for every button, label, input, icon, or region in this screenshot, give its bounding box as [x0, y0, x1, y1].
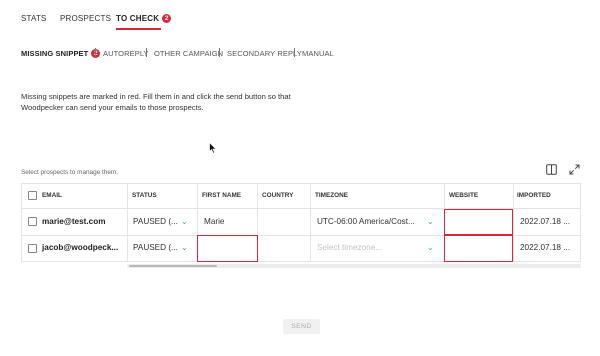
first-name-input-missing[interactable] [197, 235, 258, 262]
imported-cell: 2022.07.18 ... [520, 217, 571, 226]
tab-stats[interactable]: STATS [21, 14, 47, 23]
row-checkbox[interactable] [28, 217, 37, 226]
column-header-imported[interactable]: IMPORTED [517, 192, 551, 199]
tab-to-check[interactable]: TO CHECK 2 [116, 14, 172, 23]
row-checkbox[interactable] [28, 244, 37, 253]
column-header-timezone[interactable]: TIMEZONE [315, 192, 348, 199]
select-prospects-hint: Select prospects to manage them. [21, 169, 118, 176]
column-header-status[interactable]: STATUS [132, 192, 157, 199]
status-select[interactable]: PAUSED (... [133, 217, 178, 226]
imported-cell: 2022.07.18 ... [520, 243, 571, 252]
tab-prospects[interactable]: PROSPECTS [60, 14, 111, 23]
cursor-icon [209, 141, 217, 159]
column-header-first-name[interactable]: FIRST NAME [202, 192, 241, 199]
chevron-down-icon[interactable]: ⌄ [427, 217, 434, 226]
active-tab-indicator [116, 28, 161, 30]
chevron-down-icon[interactable]: ⌄ [181, 217, 188, 226]
subtab-secondary-reply[interactable]: SECONDARY REPLY [227, 49, 302, 58]
subtab-other-campaign[interactable]: OTHER CAMPAIGN [154, 49, 223, 58]
subtab-separator [95, 48, 96, 57]
subtab-missing-snippet-label: MISSING SNIPPET [21, 49, 89, 58]
timezone-select[interactable]: UTC-06:00 America/Cost... [317, 217, 415, 226]
chevron-down-icon[interactable]: ⌄ [181, 243, 188, 252]
subtab-manual[interactable]: MANUAL [302, 49, 334, 58]
select-all-checkbox[interactable] [28, 191, 37, 200]
first-name-input[interactable]: Marie [204, 217, 224, 226]
expand-icon[interactable] [569, 162, 580, 180]
status-select[interactable]: PAUSED (... [133, 243, 178, 252]
subtab-separator [294, 48, 295, 57]
column-divider [513, 183, 514, 262]
website-input-missing[interactable] [444, 235, 513, 262]
tab-to-check-label: TO CHECK [116, 14, 160, 23]
send-button[interactable]: SEND [283, 319, 320, 334]
subtab-separator [219, 48, 220, 57]
subtab-missing-snippet[interactable]: MISSING SNIPPET2 [21, 49, 101, 58]
column-header-website[interactable]: WEBSITE [449, 192, 478, 199]
columns-icon[interactable] [546, 162, 557, 180]
column-divider [310, 183, 311, 262]
chevron-down-icon[interactable]: ⌄ [427, 243, 434, 252]
website-input-missing[interactable] [444, 209, 513, 235]
timezone-select[interactable]: Select timezone... [317, 243, 382, 252]
column-header-country[interactable]: COUNTRY [262, 192, 293, 199]
email-cell: jacob@woodpeck... [42, 243, 119, 252]
tab-to-check-badge: 2 [162, 14, 172, 23]
subtab-separator [146, 48, 147, 57]
horizontal-scrollbar-thumb[interactable] [129, 265, 217, 267]
email-cell: marie@test.com [42, 217, 106, 226]
column-header-email[interactable]: EMAIL [42, 192, 62, 199]
subtab-autoreply[interactable]: AUTOREPLY [103, 49, 149, 58]
column-divider [127, 183, 128, 262]
missing-snippets-description: Missing snippets are marked in red. Fill… [21, 92, 291, 112]
